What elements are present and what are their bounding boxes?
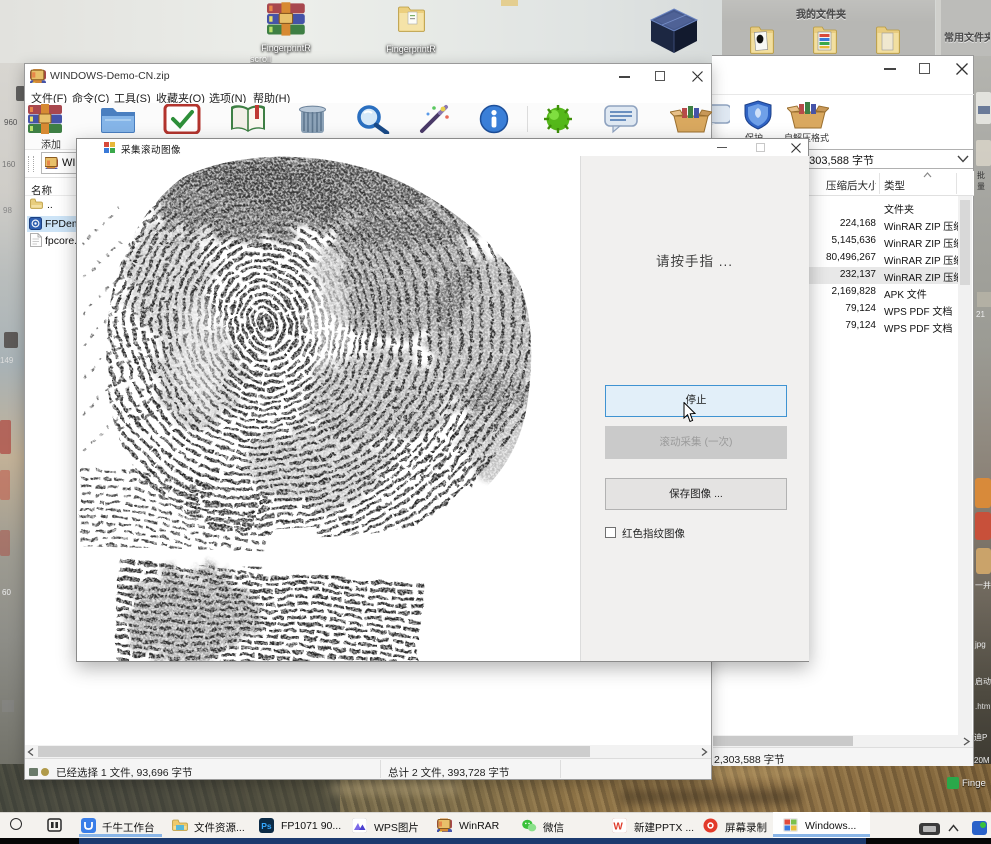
svg-text:Ps: Ps xyxy=(261,821,272,831)
svg-text:W: W xyxy=(613,822,623,833)
